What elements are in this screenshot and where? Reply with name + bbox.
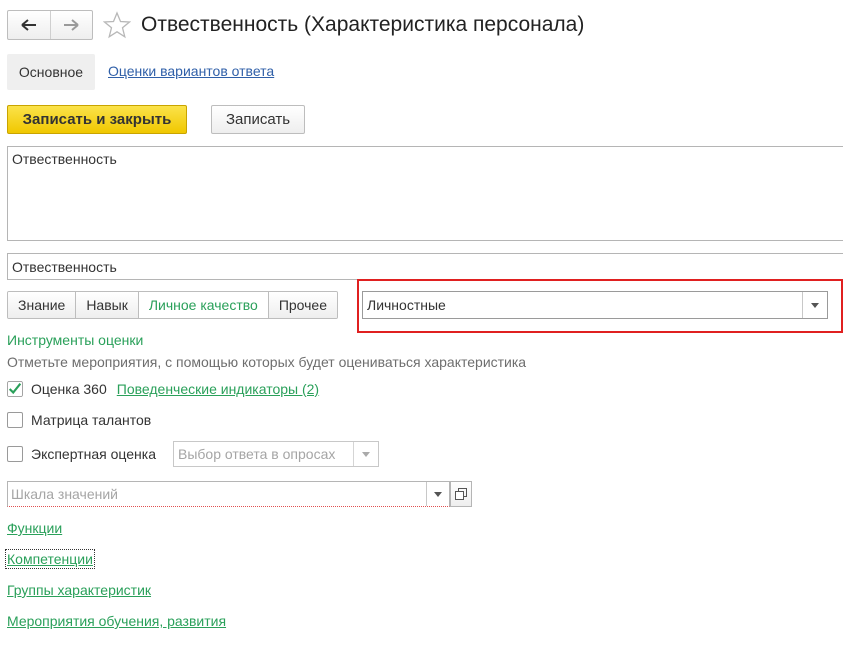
- save-and-close-button[interactable]: Записать и закрыть: [7, 105, 187, 134]
- link-training-events[interactable]: Мероприятия обучения, развития: [7, 613, 226, 629]
- expert-row: Экспертная оценка: [7, 446, 156, 462]
- tab-answer-ratings[interactable]: Оценки вариантов ответа: [108, 63, 274, 79]
- talent-matrix-label: Матрица талантов: [31, 412, 152, 428]
- caret-down-icon: [434, 491, 442, 497]
- value-scale-placeholder: Шкала значений: [11, 486, 118, 502]
- caret-down-icon: [362, 451, 370, 457]
- page-title: Отвественность (Характеристика персонала…: [141, 13, 585, 36]
- characteristic-type-selector: Знание Навык Личное качество Прочее: [7, 291, 339, 319]
- survey-answer-dropdown[interactable]: [353, 442, 378, 466]
- value-scale-dropdown[interactable]: [426, 482, 449, 506]
- arrow-left-icon: [21, 19, 36, 31]
- arrow-right-icon: [64, 19, 79, 31]
- type-option-other[interactable]: Прочее: [267, 292, 338, 318]
- tab-main[interactable]: Основное: [7, 54, 95, 90]
- favorite-button[interactable]: [102, 11, 132, 42]
- kind-dropdown-button[interactable]: [802, 292, 827, 318]
- survey-answer-select[interactable]: Выбор ответа в опросах: [173, 441, 379, 467]
- back-button[interactable]: [8, 11, 50, 39]
- link-competencies[interactable]: Компетенции: [5, 549, 95, 569]
- navigation-buttons: [7, 10, 93, 40]
- eval360-checkbox[interactable]: [7, 381, 23, 397]
- type-option-skill[interactable]: Навык: [75, 292, 138, 318]
- section-title: Инструменты оценки: [7, 332, 144, 348]
- open-scale-button[interactable]: [450, 481, 472, 507]
- expert-label: Экспертная оценка: [31, 446, 156, 462]
- caret-down-icon: [811, 302, 819, 308]
- link-characteristic-groups[interactable]: Группы характеристик: [7, 582, 151, 598]
- type-option-personal-quality[interactable]: Личное качество: [137, 292, 268, 318]
- eval360-row: Оценка 360 Поведенческие индикаторы (2): [7, 381, 319, 397]
- name-field[interactable]: Отвественность: [7, 253, 843, 280]
- expert-checkbox[interactable]: [7, 446, 23, 462]
- kind-select-value: Личностные: [367, 297, 446, 313]
- value-scale-select[interactable]: Шкала значений: [7, 481, 450, 507]
- behavioral-indicators-link[interactable]: Поведенческие индикаторы (2): [117, 381, 319, 397]
- section-note: Отметьте мероприятия, с помощью которых …: [7, 354, 527, 370]
- kind-select[interactable]: Личностные: [362, 291, 828, 319]
- talent-matrix-checkbox[interactable]: [7, 412, 23, 428]
- checkmark-icon: [7, 381, 23, 397]
- description-field[interactable]: Отвественность: [7, 146, 843, 241]
- link-functions[interactable]: Функции: [7, 520, 62, 536]
- open-form-icon: [455, 488, 467, 500]
- type-option-knowledge[interactable]: Знание: [8, 292, 76, 318]
- forward-button[interactable]: [49, 11, 93, 39]
- star-outline-icon: [102, 11, 132, 39]
- eval360-label: Оценка 360: [31, 381, 107, 397]
- talent-matrix-row: Матрица талантов: [7, 412, 151, 428]
- save-button[interactable]: Записать: [211, 105, 305, 134]
- survey-answer-placeholder: Выбор ответа в опросах: [178, 446, 336, 462]
